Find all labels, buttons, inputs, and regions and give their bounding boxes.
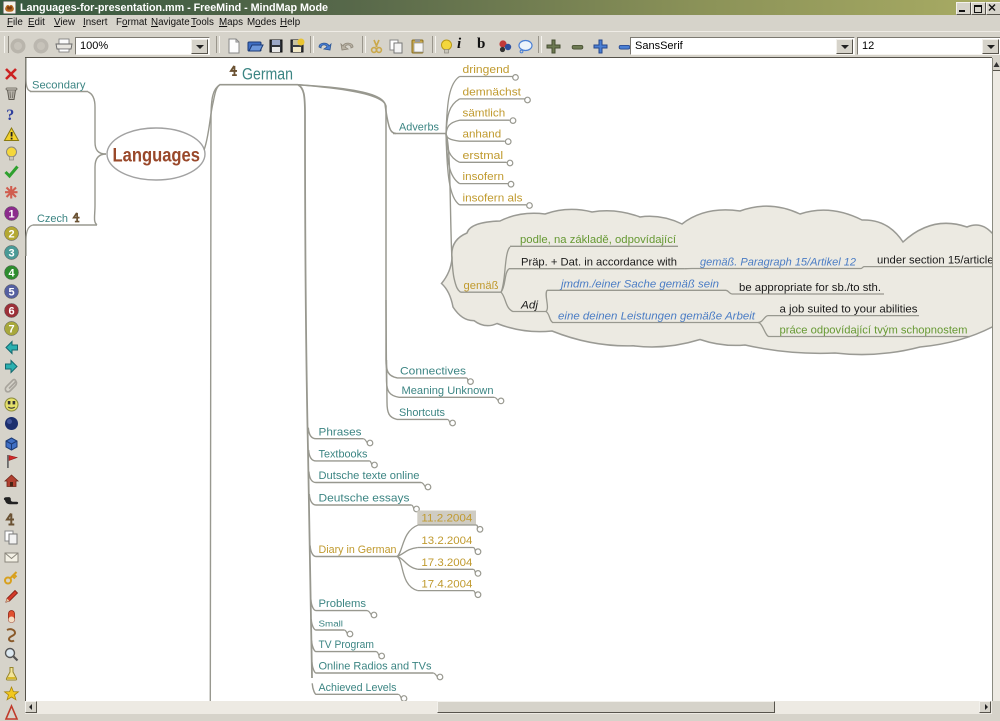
- svg-text:dringend: dringend: [463, 64, 510, 76]
- svg-text:Achieved Levels: Achieved Levels: [319, 682, 397, 694]
- svg-text:3: 3: [8, 248, 14, 260]
- svg-text:erstmal: erstmal: [463, 150, 504, 162]
- svg-text:6: 6: [8, 306, 14, 318]
- svg-text:Präp. + Dat. in accordance wit: Präp. + Dat. in accordance with: [521, 257, 677, 269]
- svg-text:insofern: insofern: [463, 171, 505, 183]
- svg-text:TV Program: TV Program: [319, 639, 375, 651]
- svg-text:4: 4: [8, 268, 15, 280]
- svg-text:Diary in German: Diary in German: [319, 544, 397, 556]
- svg-text:anhand: anhand: [463, 129, 502, 141]
- svg-text:5: 5: [8, 287, 14, 299]
- svg-text:?: ?: [6, 107, 14, 123]
- svg-text:7: 7: [8, 324, 14, 336]
- svg-text:sämtlich: sämtlich: [463, 108, 506, 120]
- svg-text:1: 1: [8, 209, 14, 221]
- svg-text:German: German: [242, 66, 293, 84]
- svg-text:Languages: Languages: [113, 146, 201, 167]
- svg-text:Meaning Unknown: Meaning Unknown: [402, 385, 494, 397]
- svg-text:Dutsche texte online: Dutsche texte online: [319, 470, 420, 482]
- svg-text:2: 2: [8, 229, 14, 241]
- svg-text:Czech: Czech: [37, 213, 68, 225]
- svg-text:Adj: Adj: [520, 300, 539, 312]
- svg-text:práce odpovídající tvým schopn: práce odpovídající tvým schopnostem: [780, 325, 968, 337]
- svg-text:17.3.2004: 17.3.2004: [421, 557, 472, 569]
- svg-text:gemäß: gemäß: [464, 280, 499, 292]
- svg-text:Textbooks: Textbooks: [319, 449, 368, 461]
- svg-text:Adverbs: Adverbs: [399, 121, 439, 133]
- svg-text:11.2.2004: 11.2.2004: [421, 513, 472, 525]
- svg-text:Problems: Problems: [319, 598, 367, 610]
- svg-text:insofern als: insofern als: [463, 192, 523, 204]
- svg-text:Deutsche essays: Deutsche essays: [319, 493, 410, 505]
- svg-text:Secondary: Secondary: [32, 80, 86, 92]
- svg-text:gemäß. Paragraph 15/Artikel 12: gemäß. Paragraph 15/Artikel 12: [700, 257, 857, 269]
- svg-text:under section 15/article 1: under section 15/article 1: [877, 255, 992, 267]
- svg-text:podle, na základě, odpovídajíc: podle, na základě, odpovídající: [520, 234, 677, 246]
- svg-text:Shortcuts: Shortcuts: [399, 407, 445, 419]
- svg-text:demnächst: demnächst: [463, 86, 522, 98]
- svg-text:Small: Small: [319, 619, 344, 629]
- svg-text:eine deinen Leistungen gemäße: eine deinen Leistungen gemäße Arbeit: [558, 310, 756, 322]
- svg-text:17.4.2004: 17.4.2004: [421, 578, 472, 590]
- svg-text:be appropriate for sb./to sth.: be appropriate for sb./to sth.: [739, 282, 881, 294]
- svg-text:a job suited to your abilities: a job suited to your abilities: [780, 304, 918, 316]
- svg-text:Phrases: Phrases: [319, 426, 362, 438]
- svg-text:jmdm./einer Sache gemäß sein: jmdm./einer Sache gemäß sein: [559, 278, 719, 290]
- svg-text:Connectives: Connectives: [400, 366, 466, 378]
- svg-text:13.2.2004: 13.2.2004: [421, 535, 472, 547]
- svg-text:Online Radios and TVs: Online Radios and TVs: [319, 661, 432, 673]
